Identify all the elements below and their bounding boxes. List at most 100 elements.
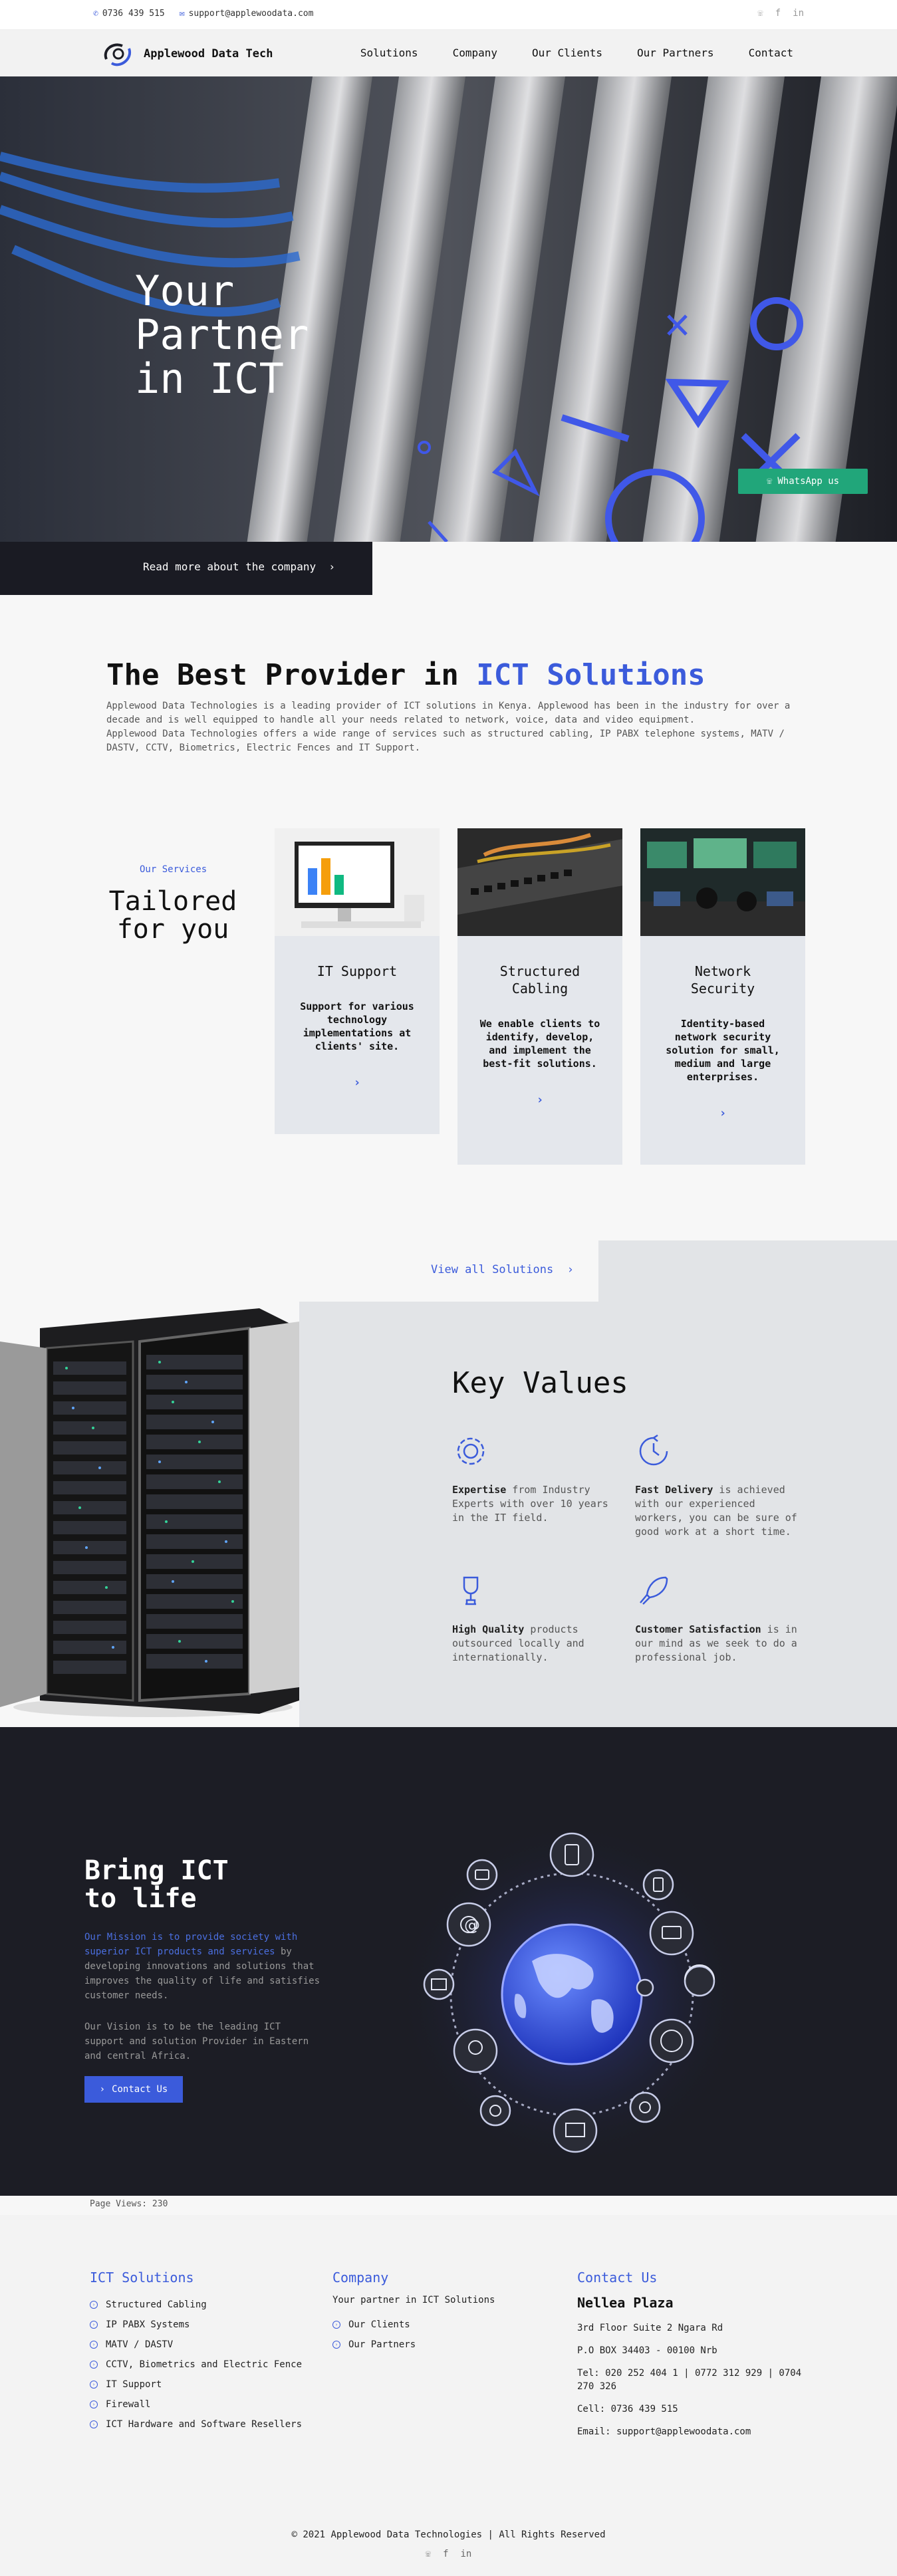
hero-title: Your Partner in ICT xyxy=(135,267,309,403)
top-social: ☏ f in xyxy=(757,8,804,19)
globe-network-image: @ xyxy=(399,1821,745,2167)
services-tag: Our Services xyxy=(140,864,207,875)
chevron-right-icon[interactable]: › xyxy=(275,1076,440,1090)
footer-solution-link[interactable]: › ICT Hardware and Software Resellers xyxy=(90,2414,302,2434)
server-rack-image xyxy=(0,1302,299,1727)
footer-company-title: Company xyxy=(332,2270,389,2285)
service-card-it-support[interactable]: IT Support Support for various technolog… xyxy=(275,828,440,1134)
nav-item-our-clients[interactable]: Our Clients xyxy=(532,47,602,59)
company-tagline: Your partner in ICT Solutions xyxy=(332,2295,495,2305)
it-support-image xyxy=(275,828,440,936)
top-contact: ✆ 0736 439 515 ✉ support@applewoodata.com xyxy=(93,9,313,19)
mission-text: Our Mission is to provide society with s… xyxy=(84,1932,320,2001)
vision-text: Our Vision is to be the leading ICT supp… xyxy=(84,2022,309,2061)
read-more-link[interactable]: Read more about the company › xyxy=(143,560,335,573)
chevron-circle-icon: › xyxy=(90,2301,98,2309)
hero-section: Your Partner in ICT ☏ WhatsApp us xyxy=(0,76,897,542)
phone-link[interactable]: ✆ 0736 439 515 xyxy=(93,9,165,19)
phone-icon: ✆ xyxy=(93,9,98,19)
clock-icon xyxy=(639,1434,668,1466)
whatsapp-icon[interactable]: ☏ xyxy=(426,2549,431,2559)
grey-block xyxy=(598,1240,897,1302)
footer-solution-link[interactable]: › IT Support xyxy=(90,2375,302,2395)
brand[interactable]: Applewood Data Tech xyxy=(100,39,273,68)
chevron-circle-icon: › xyxy=(90,2341,98,2349)
chevron-circle-icon: › xyxy=(90,2361,98,2369)
card-desc: Identity-based network security solution… xyxy=(666,1018,780,1083)
top-bar: ✆ 0736 439 515 ✉ support@applewoodata.com … xyxy=(0,0,897,30)
contact-us-button[interactable]: › Contact Us xyxy=(84,2076,183,2103)
gear-icon xyxy=(457,1437,485,1465)
view-all-solutions-link[interactable]: View all Solutions › xyxy=(431,1263,574,1276)
linkedin-icon[interactable]: in xyxy=(461,2549,472,2559)
value-expertise: Expertise from Industry Experts with ove… xyxy=(452,1433,618,1525)
network-security-image xyxy=(640,828,805,936)
provider-text: Applewood Data Technologies is a leading… xyxy=(106,701,791,753)
footer-company-link[interactable]: › Our Partners xyxy=(332,2335,495,2355)
contact-details: 3rd Floor Suite 2 Ngara Rd P.O BOX 34403… xyxy=(577,2321,817,2438)
contact-place: Nellea Plaza xyxy=(577,2295,674,2311)
value-fast-delivery: Fast Delivery is achieved with our exper… xyxy=(635,1433,801,1539)
footer-solution-link[interactable]: › CCTV, Biometrics and Electric Fence xyxy=(90,2355,302,2375)
footer-email-link[interactable]: Email: support@applewoodata.com xyxy=(577,2425,817,2438)
footer-company-link[interactable]: › Our Clients xyxy=(332,2315,495,2335)
nav-item-solutions[interactable]: Solutions xyxy=(360,47,418,59)
rocket-icon xyxy=(640,1576,668,1605)
value-customer-satisfaction: Customer Satisfaction is in our mind as … xyxy=(635,1572,801,1665)
footer-solution-link[interactable]: › Firewall xyxy=(90,2395,302,2414)
footer-solution-link[interactable]: › MATV / DASTV xyxy=(90,2335,302,2355)
service-card-network-security[interactable]: Network Security Identity-based network s… xyxy=(640,828,805,1165)
trophy-icon xyxy=(463,1576,479,1605)
nav-item-contact[interactable]: Contact xyxy=(749,47,793,59)
nav-item-company[interactable]: Company xyxy=(453,47,497,59)
hero-readmore-bar: Read more about the company › xyxy=(0,542,372,595)
copyright: © 2021 Applewood Data Technologies | All… xyxy=(291,2529,606,2540)
bring-ict-section: Bring ICT to life Our Mission is to provi… xyxy=(0,1727,897,2196)
chevron-right-icon[interactable]: › xyxy=(457,1093,622,1107)
chevron-circle-icon: › xyxy=(332,2321,340,2329)
nav-menu: Solutions Company Our Clients Our Partners C… xyxy=(360,47,793,59)
email-link[interactable]: ✉ support@applewoodata.com xyxy=(180,9,314,19)
nav-item-our-partners[interactable]: Our Partners xyxy=(637,47,714,59)
chevron-circle-icon: › xyxy=(332,2341,340,2349)
chevron-circle-icon: › xyxy=(90,2420,98,2428)
chevron-right-icon[interactable]: › xyxy=(640,1106,805,1120)
card-title: Network Security xyxy=(690,963,755,996)
key-values-title: Key Values xyxy=(452,1366,628,1400)
svg-text:@: @ xyxy=(464,1916,480,1934)
chevron-circle-icon: › xyxy=(90,2381,98,2389)
hero-spacer xyxy=(372,542,897,595)
brand-name: Applewood Data Tech xyxy=(144,47,273,60)
footer-company: Company Your partner in ICT Solutions › O… xyxy=(332,2270,495,2355)
footer-contact-title: Contact Us xyxy=(577,2270,658,2285)
facebook-icon[interactable]: f xyxy=(775,8,781,19)
whatsapp-button[interactable]: ☏ WhatsApp us xyxy=(738,469,868,494)
footer-solutions-title: ICT Solutions xyxy=(90,2270,194,2285)
service-card-structured-cabling[interactable]: Structured Cabling We enable clients to i… xyxy=(457,828,622,1165)
main-nav: Applewood Data Tech Solutions Company Our … xyxy=(0,30,897,76)
provider-title: The Best Provider in ICT Solutions xyxy=(106,658,705,692)
whatsapp-icon[interactable]: ☏ xyxy=(757,8,763,19)
card-desc: Support for various technology implement… xyxy=(300,1000,414,1052)
value-high-quality: High Quality products outsourced locally… xyxy=(452,1572,618,1665)
card-title: Structured Cabling xyxy=(499,963,580,996)
structured-cabling-image xyxy=(457,828,622,936)
footer-solution-link[interactable]: › Structured Cabling xyxy=(90,2295,302,2315)
mail-icon: ✉ xyxy=(179,9,185,19)
page-views-counter: Page Views: 230 xyxy=(90,2199,168,2209)
chevron-circle-icon: › xyxy=(90,2400,98,2408)
card-desc: We enable clients to identify, develop, … xyxy=(479,1018,600,1070)
chevron-right-icon: › xyxy=(99,2084,106,2095)
bring-title: Bring ICT to life xyxy=(84,1855,229,1914)
card-title: IT Support xyxy=(317,963,398,979)
footer-solution-link[interactable]: › IP PABX Systems xyxy=(90,2315,302,2335)
footer-solutions: ICT Solutions › Structured Cabling › IP PAB… xyxy=(90,2270,302,2434)
services-title: Tailored for you xyxy=(108,886,237,945)
chevron-circle-icon: › xyxy=(90,2321,98,2329)
logo-icon xyxy=(104,43,132,66)
footer: ICT Solutions › Structured Cabling › IP PAB… xyxy=(0,2215,897,2576)
facebook-icon[interactable]: f xyxy=(443,2549,448,2559)
footer-contact: Contact Us Nellea Plaza 3rd Floor Suite … xyxy=(577,2270,817,2438)
linkedin-icon[interactable]: in xyxy=(793,8,804,19)
whatsapp-icon: ☏ xyxy=(766,476,773,487)
